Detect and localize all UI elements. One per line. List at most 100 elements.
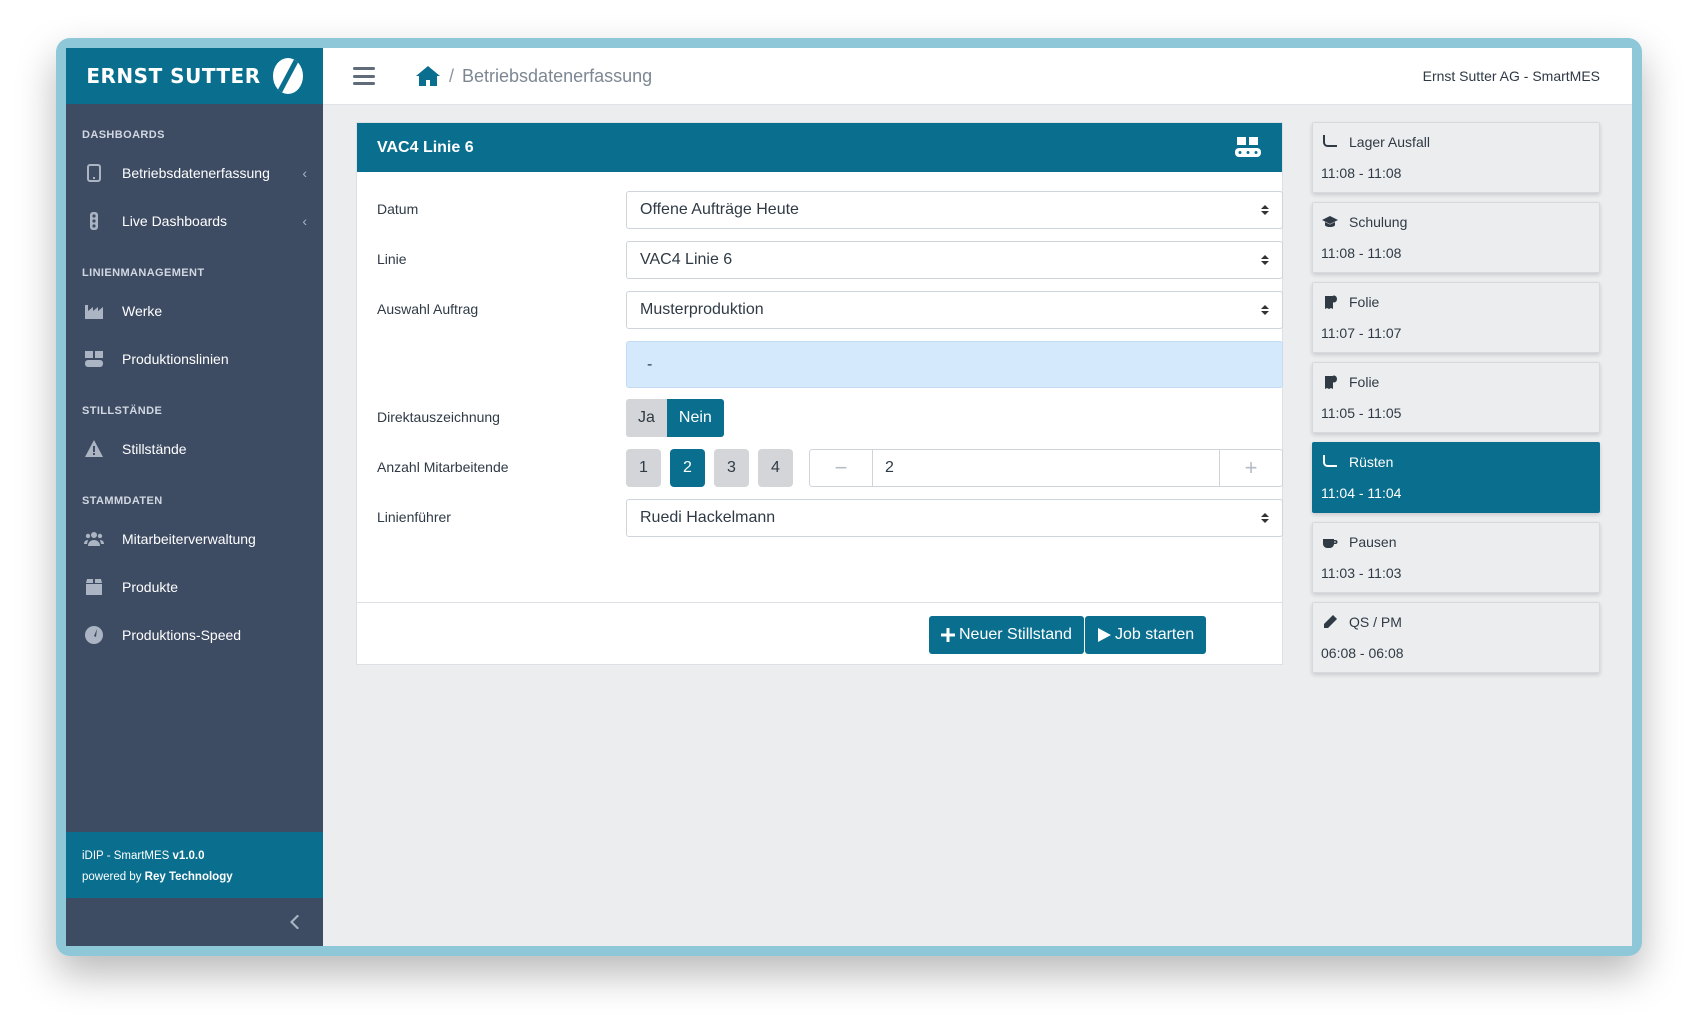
mitarbeiter-label: Anzahl Mitarbeitende — [377, 459, 509, 475]
chevron-left-icon: ‹ — [302, 213, 307, 229]
select-arrows-icon — [1261, 305, 1269, 315]
event-card[interactable]: Folie 11:05 - 11:05 — [1312, 362, 1600, 433]
pencil-icon — [1321, 614, 1339, 630]
direkt-nein-button[interactable]: Nein — [666, 399, 724, 437]
industry-icon — [82, 301, 106, 321]
speedometer-icon — [82, 625, 106, 645]
card-footer: Neuer Stillstand Job starten — [357, 602, 1282, 664]
home-icon[interactable] — [415, 64, 441, 88]
event-time: 11:07 - 11:07 — [1321, 325, 1402, 341]
event-title: Folie — [1349, 374, 1380, 390]
mitarbeiter-stepper: − 2 + — [809, 449, 1283, 487]
powered-by-line: powered by Rey Technology — [82, 871, 233, 883]
sidebar-item-stillstaende[interactable]: Stillstände — [66, 425, 323, 473]
sidebar-item-label: Live Dashboards — [122, 213, 228, 229]
sidebar-item-label: Werke — [122, 303, 163, 319]
sidebar-item-label: Mitarbeiterverwaltung — [122, 531, 256, 547]
sidebar-item-produkte[interactable]: Produkte — [66, 563, 323, 611]
sidebar-item-mitarbeiterverwaltung[interactable]: Mitarbeiterverwaltung — [66, 515, 323, 563]
event-title: Schulung — [1349, 214, 1408, 230]
warning-icon — [82, 439, 106, 459]
chevron-left-icon: ‹ — [302, 165, 307, 181]
select-arrows-icon — [1261, 205, 1269, 215]
fuehrer-select[interactable]: Ruedi Hackelmann — [626, 499, 1283, 537]
nav-section-stammdaten: STAMMDATEN — [82, 495, 163, 507]
traffic-light-icon — [82, 211, 106, 231]
event-card[interactable]: Folie 11:07 - 11:07 — [1312, 282, 1600, 353]
mitarbeiter-input[interactable]: 2 — [873, 450, 1219, 486]
linie-select[interactable]: VAC4 Linie 6 — [626, 241, 1283, 279]
nav-section-linienmanagement: LINIENMANAGEMENT — [82, 267, 205, 279]
pipe-icon — [1321, 134, 1339, 150]
event-card-active[interactable]: Rüsten 11:04 - 11:04 — [1312, 442, 1600, 513]
direkt-ja-button[interactable]: Ja — [626, 399, 667, 437]
event-card[interactable]: Pausen 11:03 - 11:03 — [1312, 522, 1600, 593]
toilet-paper-icon — [1321, 374, 1339, 390]
top-header: / Betriebsdatenerfassung Ernst Sutter AG… — [323, 48, 1632, 105]
auftrag-select[interactable]: Musterproduktion — [626, 291, 1283, 329]
events-panel: Lager Ausfall 11:08 - 11:08 Schulung 11:… — [1312, 122, 1600, 682]
order-info-box: - — [626, 341, 1283, 388]
event-title: QS / PM — [1349, 614, 1402, 630]
breadcrumb-separator: / — [449, 65, 455, 86]
hamburger-menu-icon[interactable] — [353, 67, 375, 85]
conveyor-icon — [82, 349, 106, 369]
event-title: Lager Ausfall — [1349, 134, 1430, 150]
sidebar-item-label: Betriebsdatenerfassung — [122, 165, 270, 181]
brand-logo-icon — [272, 58, 303, 94]
graduation-cap-icon — [1321, 214, 1339, 230]
mitarbeiter-option-2[interactable]: 2 — [670, 449, 705, 487]
conveyor-icon — [1234, 136, 1262, 160]
sidebar-item-label: Produkte — [122, 579, 179, 595]
powered-by-company[interactable]: Rey Technology — [145, 871, 233, 883]
plus-icon — [941, 628, 955, 642]
stepper-plus-button[interactable]: + — [1219, 450, 1282, 486]
datum-label: Datum — [377, 201, 419, 217]
pipe-icon — [1321, 454, 1339, 470]
select-arrows-icon — [1261, 255, 1269, 265]
mitarbeiter-quick-buttons: 1 2 3 4 — [626, 449, 802, 487]
sidebar-item-label: Produktionslinien — [122, 351, 229, 367]
sidebar-item-label: Produktions-Speed — [122, 627, 242, 643]
event-title: Pausen — [1349, 534, 1397, 550]
job-starten-button[interactable]: Job starten — [1085, 616, 1207, 654]
mitarbeiter-option-1[interactable]: 1 — [626, 449, 661, 487]
direkt-toggle: Ja Nein — [626, 399, 724, 437]
mitarbeiter-option-3[interactable]: 3 — [714, 449, 749, 487]
select-arrows-icon — [1261, 513, 1269, 523]
sidebar: ERNST SUTTER DASHBOARDS Betriebsdatenerf… — [66, 48, 323, 946]
neuer-stillstand-button[interactable]: Neuer Stillstand — [929, 616, 1084, 654]
sidebar-item-betriebsdatenerfassung[interactable]: Betriebsdatenerfassung ‹ — [66, 149, 323, 197]
event-time: 06:08 - 06:08 — [1321, 645, 1404, 661]
fuehrer-label: Linienführer — [377, 509, 451, 525]
app-version-line: iDIP - SmartMES v1.0.0 — [82, 850, 205, 862]
event-card[interactable]: Schulung 11:08 - 11:08 — [1312, 202, 1600, 273]
sidebar-collapse-button[interactable] — [66, 898, 323, 946]
auftrag-label: Auswahl Auftrag — [377, 301, 479, 317]
sidebar-item-werke[interactable]: Werke — [66, 287, 323, 335]
nav-section-stillstaende: STILLSTÄNDE — [82, 405, 163, 417]
event-time: 11:08 - 11:08 — [1321, 245, 1402, 261]
line-card: VAC4 Linie 6 Datum Offene Aufträge Heute… — [356, 122, 1283, 665]
datum-select[interactable]: Offene Aufträge Heute — [626, 191, 1283, 229]
event-card[interactable]: QS / PM 06:08 - 06:08 — [1312, 602, 1600, 673]
mitarbeiter-option-4[interactable]: 4 — [758, 449, 793, 487]
users-icon — [82, 529, 106, 549]
breadcrumb[interactable]: Betriebsdatenerfassung — [462, 66, 652, 87]
chevron-left-icon — [290, 915, 299, 929]
stepper-minus-button[interactable]: − — [810, 450, 873, 486]
sidebar-item-label: Stillstände — [122, 441, 187, 457]
sidebar-footer: iDIP - SmartMES v1.0.0 powered by Rey Te… — [66, 832, 323, 898]
app-window: ERNST SUTTER DASHBOARDS Betriebsdatenerf… — [66, 48, 1632, 946]
app-version: v1.0.0 — [172, 850, 205, 862]
sidebar-item-produktions-speed[interactable]: Produktions-Speed — [66, 611, 323, 659]
sidebar-item-live-dashboards[interactable]: Live Dashboards ‹ — [66, 197, 323, 245]
event-time: 11:08 - 11:08 — [1321, 165, 1402, 181]
brand[interactable]: ERNST SUTTER — [66, 48, 323, 104]
linie-label: Linie — [377, 251, 407, 267]
event-time: 11:03 - 11:03 — [1321, 565, 1402, 581]
event-card[interactable]: Lager Ausfall 11:08 - 11:08 — [1312, 122, 1600, 193]
event-time: 11:05 - 11:05 — [1321, 405, 1402, 421]
sidebar-item-produktionslinien[interactable]: Produktionslinien — [66, 335, 323, 383]
coffee-icon — [1321, 534, 1339, 550]
